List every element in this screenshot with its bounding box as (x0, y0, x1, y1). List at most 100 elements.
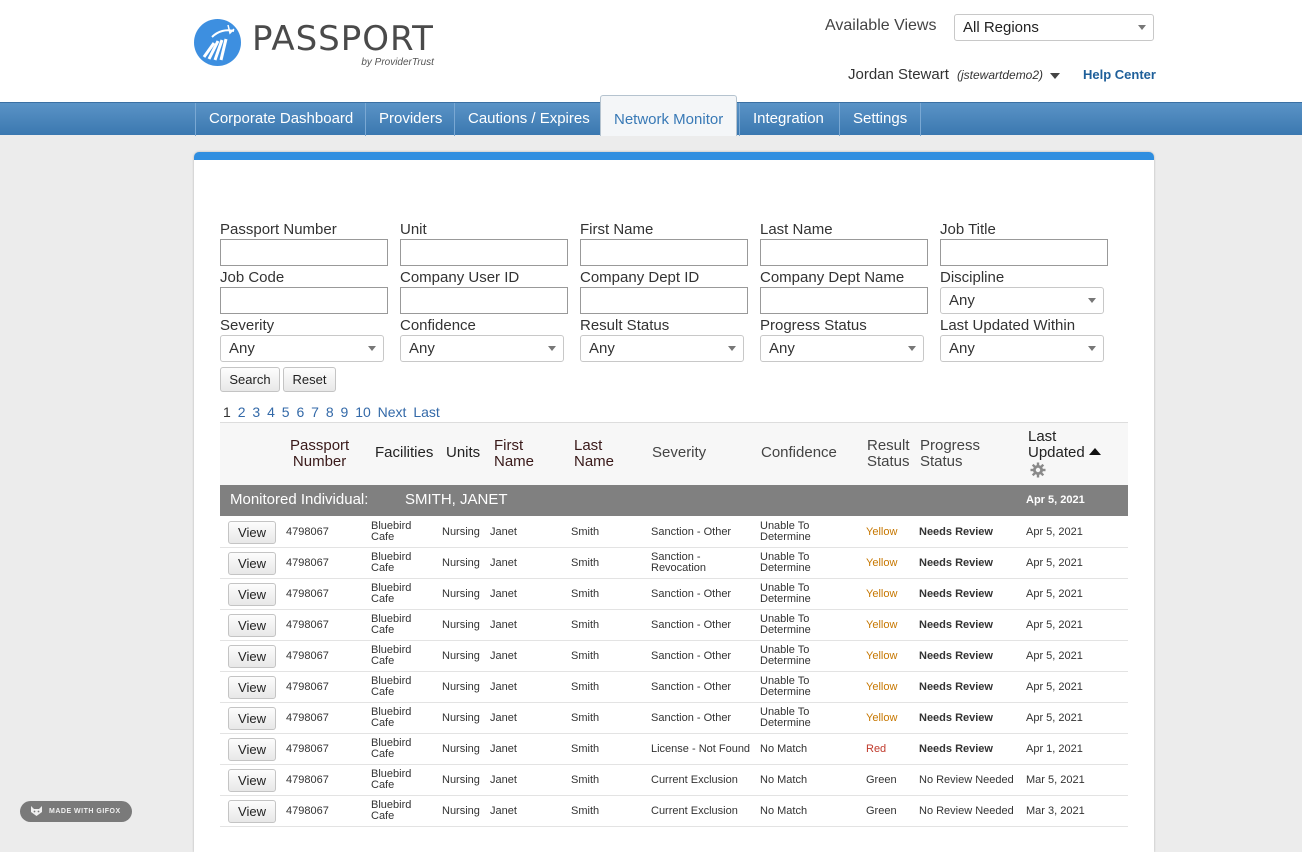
gifox-label: MADE WITH GIFOX (49, 808, 121, 815)
cell-passport-number: 4798067 (286, 557, 329, 569)
discipline-select[interactable]: Any (940, 287, 1104, 314)
cell-facility: Bluebird Cafe (371, 644, 412, 667)
company-dept-id-input[interactable] (580, 287, 748, 314)
th-severity[interactable]: Severity (652, 445, 706, 461)
th-first-name[interactable]: First Name (494, 438, 534, 470)
result-status-select[interactable]: Any (580, 335, 744, 362)
cell-last-name: Smith (571, 805, 600, 817)
page-link[interactable]: 9 (341, 404, 349, 420)
gear-icon[interactable] (1030, 462, 1046, 478)
last-name-input[interactable] (760, 239, 928, 266)
page-link[interactable]: 7 (311, 404, 319, 420)
view-button[interactable]: View (228, 769, 276, 792)
page-link[interactable]: 6 (296, 404, 304, 420)
cell-passport-number: 4798067 (286, 774, 329, 786)
th-result-status[interactable]: Result Status (867, 438, 910, 470)
job-title-input[interactable] (940, 239, 1108, 266)
search-button[interactable]: Search (220, 367, 280, 392)
table-header: Passport Number Facilities Units First N… (220, 422, 1128, 485)
view-button[interactable]: View (228, 800, 276, 823)
view-button[interactable]: View (228, 738, 276, 761)
page-link[interactable]: 3 (252, 404, 260, 420)
cell-last-updated: Apr 5, 2021 (1026, 712, 1083, 724)
progress-status-select[interactable]: Any (760, 335, 924, 362)
cell-last-updated: Apr 5, 2021 (1026, 557, 1083, 569)
view-button[interactable]: View (228, 583, 276, 606)
th-units[interactable]: Units (446, 445, 480, 461)
first-name-input[interactable] (580, 239, 748, 266)
page-link[interactable]: 4 (267, 404, 275, 420)
passport-logo[interactable]: PASSPORT by ProviderTrust (194, 19, 434, 68)
cell-confidence: Unable To Determine (760, 706, 811, 729)
result-status-label: Result Status (580, 317, 670, 334)
confidence-select[interactable]: Any (400, 335, 564, 362)
available-views-select[interactable]: All Regions (954, 14, 1154, 41)
cell-progress-status: Needs Review (919, 526, 993, 538)
chevron-down-icon (548, 346, 556, 351)
table-row: View 4798067 Bluebird Cafe Nursing Janet Smith… (220, 579, 1128, 610)
view-button[interactable]: View (228, 521, 276, 544)
unit-label: Unit (400, 221, 427, 238)
cell-facility: Bluebird Cafe (371, 613, 412, 636)
page-last[interactable]: Last (413, 404, 439, 420)
cell-first-name: Janet (490, 712, 517, 724)
th-last-name[interactable]: Last Name (574, 438, 614, 470)
cell-facility: Bluebird Cafe (371, 706, 412, 729)
view-button[interactable]: View (228, 676, 276, 699)
view-button[interactable]: View (228, 707, 276, 730)
passport-number-input[interactable] (220, 239, 388, 266)
cell-passport-number: 4798067 (286, 526, 329, 538)
unit-input[interactable] (400, 239, 568, 266)
page-next[interactable]: Next (378, 404, 407, 420)
discipline-label: Discipline (940, 269, 1005, 286)
company-user-id-input[interactable] (400, 287, 568, 314)
th-confidence[interactable]: Confidence (761, 445, 837, 461)
progress-status-label: Progress Status (760, 317, 867, 334)
cell-last-updated: Apr 1, 2021 (1026, 743, 1083, 755)
th-facilities[interactable]: Facilities (375, 445, 433, 461)
reset-button[interactable]: Reset (283, 367, 336, 392)
table-row: View 4798067 Bluebird Cafe Nursing Janet Smith… (220, 703, 1128, 734)
user-name[interactable]: Jordan Stewart (848, 66, 949, 83)
company-dept-name-input[interactable] (760, 287, 928, 314)
th-last-updated[interactable]: Last Updated (1028, 429, 1101, 461)
nav-corporate-dashboard[interactable]: Corporate Dashboard (195, 103, 366, 136)
cell-last-name: Smith (571, 774, 600, 786)
nav-providers[interactable]: Providers (365, 103, 455, 136)
fox-icon (31, 806, 42, 816)
cell-severity: Sanction - Other (651, 588, 732, 600)
help-center-link[interactable]: Help Center (1083, 67, 1156, 82)
first-name-label: First Name (580, 221, 654, 238)
cell-unit: Nursing (442, 681, 480, 693)
cell-progress-status: Needs Review (919, 743, 993, 755)
th-progress-status[interactable]: Progress Status (920, 438, 980, 470)
user-menu-caret-icon[interactable] (1050, 73, 1060, 79)
view-button[interactable]: View (228, 645, 276, 668)
nav-settings[interactable]: Settings (839, 103, 922, 136)
cell-first-name: Janet (490, 681, 517, 693)
page-link[interactable]: 10 (355, 404, 371, 420)
cell-severity: Current Exclusion (651, 774, 738, 786)
th-passport-number[interactable]: Passport Number (290, 438, 349, 470)
cell-unit: Nursing (442, 743, 480, 755)
cell-result-status: Yellow (866, 588, 898, 600)
cell-severity: Sanction - Other (651, 619, 732, 631)
page-link[interactable]: 2 (238, 404, 246, 420)
cell-facility: Bluebird Cafe (371, 675, 412, 698)
job-code-input[interactable] (220, 287, 388, 314)
nav-network-monitor[interactable]: Network Monitor (600, 95, 738, 136)
view-button[interactable]: View (228, 614, 276, 637)
cell-last-name: Smith (571, 557, 600, 569)
page-link[interactable]: 8 (326, 404, 334, 420)
cell-last-updated: Apr 5, 2021 (1026, 650, 1083, 662)
nav-integration[interactable]: Integration (739, 103, 837, 136)
nav-cautions-expires[interactable]: Cautions / Expires (454, 103, 603, 136)
table-row: View 4798067 Bluebird Cafe Nursing Janet Smith… (220, 610, 1128, 641)
cell-first-name: Janet (490, 526, 517, 538)
cell-last-updated: Mar 5, 2021 (1026, 774, 1085, 786)
cell-severity: Sanction - Other (651, 526, 732, 538)
page-link[interactable]: 5 (282, 404, 290, 420)
last-updated-within-select[interactable]: Any (940, 335, 1104, 362)
severity-select[interactable]: Any (220, 335, 384, 362)
view-button[interactable]: View (228, 552, 276, 575)
